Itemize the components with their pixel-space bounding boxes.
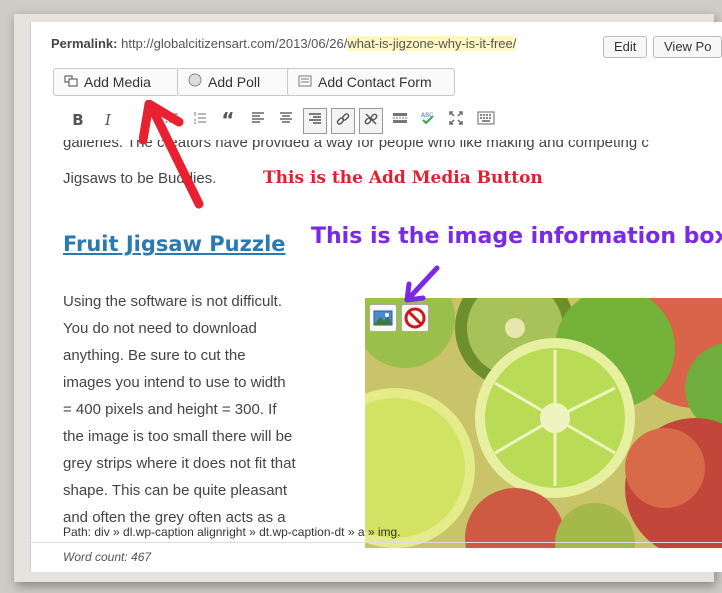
add-media-annotation: This is the Add Media Button	[263, 168, 543, 188]
body-line: Using the software is not difficult.	[63, 293, 282, 310]
more-tag-icon[interactable]	[389, 108, 411, 132]
blockquote-button[interactable]: “	[217, 108, 239, 132]
spellcheck-icon[interactable]: ABC	[417, 108, 439, 132]
element-path: Path: div » dl.wp-caption alignright » d…	[63, 525, 401, 539]
add-media-arrow	[138, 99, 209, 214]
body-line: images you intend to use to width	[63, 374, 286, 391]
link-icon[interactable]	[331, 108, 355, 134]
add-media-button[interactable]: Add Media	[53, 68, 179, 96]
align-right-icon[interactable]	[303, 108, 327, 134]
body-line: = 400 pixels and height = 300. If	[63, 401, 277, 418]
image-info-annotation: This is the image information box	[311, 224, 722, 249]
editor-panel: Permalink: http://globalcitizensart.com/…	[30, 22, 722, 572]
post-heading-link[interactable]: Fruit Jigsaw Puzzle	[63, 232, 286, 256]
form-icon	[298, 70, 312, 96]
media-icon	[64, 70, 78, 96]
body-line: You do not need to download	[63, 320, 257, 337]
add-contact-form-label: Add Contact Form	[318, 74, 432, 90]
word-count: Word count: 467	[63, 550, 152, 564]
add-poll-button[interactable]: Add Poll	[177, 68, 293, 96]
view-post-button[interactable]: View Po	[653, 36, 722, 58]
body-line: shape. This can be quite pleasant	[63, 482, 288, 499]
poll-icon	[188, 70, 202, 96]
edit-image-button[interactable]	[369, 304, 397, 332]
align-center-icon[interactable]	[275, 108, 297, 132]
body-line: grey strips where it does not fit that	[63, 455, 296, 472]
add-media-label: Add Media	[84, 74, 151, 90]
image-info-arrow	[403, 264, 443, 309]
permalink-label: Permalink:	[51, 36, 118, 51]
add-poll-label: Add Poll	[208, 74, 261, 90]
body-line: anything. Be sure to cut the	[63, 347, 246, 364]
align-left-icon[interactable]	[247, 108, 269, 132]
edit-permalink-button[interactable]: Edit	[603, 36, 648, 58]
unlink-icon[interactable]	[359, 108, 383, 134]
status-divider	[31, 542, 722, 543]
bold-button[interactable]: B	[67, 108, 89, 132]
fruit-image[interactable]	[365, 298, 722, 548]
italic-button[interactable]: I	[97, 108, 119, 132]
fullscreen-icon[interactable]	[445, 108, 467, 132]
add-contact-form-button[interactable]: Add Contact Form	[287, 68, 455, 96]
body-line: the image is too small there will be	[63, 428, 293, 445]
kitchen-sink-icon[interactable]	[475, 108, 497, 132]
permalink-url[interactable]: http://globalcitizensart.com/2013/06/26/	[121, 36, 347, 51]
body-paragraph: Using the software is not difficult. You…	[63, 288, 333, 531]
permalink-slug[interactable]: what-is-jigzone-why-is-it-free/	[347, 36, 517, 51]
